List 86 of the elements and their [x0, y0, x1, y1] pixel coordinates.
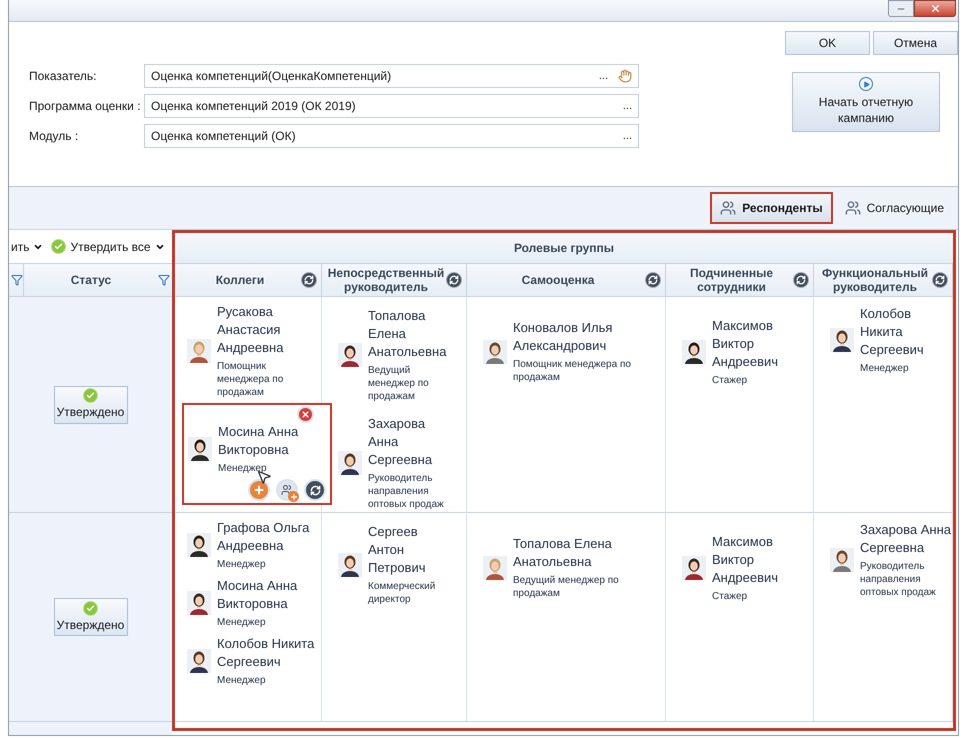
person-name: Мосина Анна Викторовна	[218, 423, 300, 459]
lookup-field[interactable]: Оценка компетенций (ОК) ...	[144, 124, 639, 148]
refresh-icon[interactable]	[793, 272, 809, 288]
view-tab[interactable]: Респонденты	[710, 192, 833, 224]
column-header[interactable]: Самооценка	[471, 273, 645, 287]
column-header[interactable]: Функциональный руководитель	[818, 266, 932, 294]
person-card[interactable]: Колобов Никита Сергеевич Менеджер	[187, 633, 321, 689]
field-label: Программа оценки :	[29, 98, 142, 115]
add-person-icon[interactable]	[276, 479, 298, 501]
person-name: Русакова Анастасия Андреевна	[217, 303, 284, 357]
browse-button[interactable]: ...	[622, 98, 632, 114]
person-name: Графова Ольга Андреевна	[217, 519, 310, 555]
person-card[interactable]: Захарова Анна Сергеевна Руководитель направления оптовых продаж	[830, 519, 952, 601]
filter-icon[interactable]	[158, 274, 170, 286]
browse-button[interactable]: ...	[622, 128, 632, 144]
person-card[interactable]: Максимов Виктор Андреевич Стажер	[682, 531, 813, 605]
person-name: Мосина Анна Викторовна	[217, 577, 298, 613]
person-position: Руководитель направления оптовых продаж	[860, 560, 937, 599]
person-card[interactable]: Максимов Виктор Андреевич Стажер	[682, 315, 813, 389]
person-card[interactable]: Топалова Елена Анатольевна Ведущий менеджер по продажам	[483, 533, 665, 602]
person-card[interactable]: Мосина Анна Викторовна Менеджер	[182, 403, 332, 505]
person-position: Ведущий менеджер по продажам	[513, 574, 620, 600]
view-tab[interactable]: Согласующие	[834, 192, 954, 224]
refresh-icon[interactable]	[932, 272, 948, 288]
field-label: Показатель:	[29, 68, 98, 85]
person-position: Менеджер	[860, 362, 910, 375]
person-name: Колобов Никита Сергеевич	[860, 305, 925, 359]
person-card[interactable]: Сергеев Антон Петрович Коммерческий директор	[338, 521, 466, 608]
person-position: Стажер	[712, 590, 748, 603]
refresh-icon[interactable]	[446, 272, 462, 288]
column-header[interactable]: Подчиненные сотрудники	[670, 266, 793, 294]
person-card[interactable]: Мосина Анна Викторовна Менеджер	[187, 575, 321, 631]
check-icon	[51, 239, 66, 254]
person-name: Колобов Никита Сергеевич	[217, 635, 316, 671]
play-icon	[859, 77, 873, 91]
check-icon	[83, 388, 98, 403]
people-icon	[844, 200, 861, 216]
person-position: Менеджер	[217, 674, 267, 687]
person-name: Сергеев Антон Петрович	[368, 523, 426, 577]
person-position: Коммерческий директор	[368, 580, 436, 606]
person-name: Коновалов Илья Александрович	[513, 319, 614, 355]
person-card[interactable]: Колобов Никита Сергеевич Менеджер	[830, 303, 952, 377]
close-button[interactable]	[914, 0, 956, 17]
person-position: Стажер	[712, 374, 748, 387]
delete-icon[interactable]	[297, 406, 314, 423]
refresh-icon[interactable]	[301, 272, 317, 288]
person-position: Менеджер	[217, 616, 267, 629]
start-campaign-button[interactable]: Начать отчетную кампанию	[792, 72, 940, 132]
group-header: Ролевые группы	[175, 233, 953, 263]
person-name: Топалова Елена Анатольевна	[368, 307, 448, 361]
person-name: Захарова Анна Сергеевна	[860, 521, 952, 557]
person-name: Захарова Анна Сергеевна	[368, 415, 434, 469]
person-card[interactable]: Захарова Анна Сергеевна Руководитель направления оптовых продаж	[338, 413, 466, 513]
close-icon	[930, 3, 940, 14]
status-button[interactable]: Утверждено	[54, 598, 128, 636]
person-card[interactable]: Топалова Елена Анатольевна Ведущий менеджер по продажам	[338, 305, 466, 405]
person-card[interactable]: Коновалов Илья Александрович Помощник менеджера по продажам	[483, 317, 665, 386]
status-button[interactable]: Утверждено	[54, 386, 128, 424]
browse-button[interactable]: ...	[598, 68, 608, 84]
people-icon	[720, 200, 736, 216]
filter-icon[interactable]	[11, 274, 23, 286]
person-position: Ведущий менеджер по продажам	[368, 364, 430, 403]
person-position: Помощник менеджера по продажам	[217, 360, 284, 399]
person-name: Максимов Виктор Андреевич	[712, 317, 780, 371]
field-label: Модуль :	[29, 128, 80, 145]
restore-button[interactable]	[888, 0, 914, 17]
add-icon[interactable]	[248, 479, 270, 501]
dialog-button[interactable]: OK	[785, 31, 870, 55]
column-header[interactable]: Непосредственный руководитель	[326, 266, 446, 294]
person-position: Помощник менеджера по продажам	[513, 358, 632, 384]
check-icon	[83, 600, 98, 616]
person-position: Менеджер	[218, 462, 268, 475]
lookup-field[interactable]: Оценка компетенций 2019 (ОК 2019) ...	[144, 94, 639, 118]
dialog-button[interactable]: Отмена	[873, 31, 958, 55]
person-position: Менеджер	[217, 558, 267, 571]
toolbar-button[interactable]: Утвердить все	[49, 238, 167, 256]
lookup-field[interactable]: Оценка компетенций(ОценкаКомпетенций) ...	[144, 64, 639, 88]
toolbar-button[interactable]: ить	[9, 238, 46, 256]
person-card[interactable]: Графова Ольга Андреевна Менеджер	[187, 517, 321, 573]
hand-icon[interactable]	[618, 69, 632, 83]
person-position: Руководитель направления оптовых продаж	[368, 472, 445, 511]
column-header[interactable]: Коллеги	[179, 273, 301, 287]
refresh-icon[interactable]	[645, 272, 661, 288]
person-name: Топалова Елена Анатольевна	[513, 535, 613, 571]
person-name: Максимов Виктор Андреевич	[712, 533, 780, 587]
person-card[interactable]: Русакова Анастасия Андреевна Помощник менеджера по продажам	[187, 301, 321, 401]
